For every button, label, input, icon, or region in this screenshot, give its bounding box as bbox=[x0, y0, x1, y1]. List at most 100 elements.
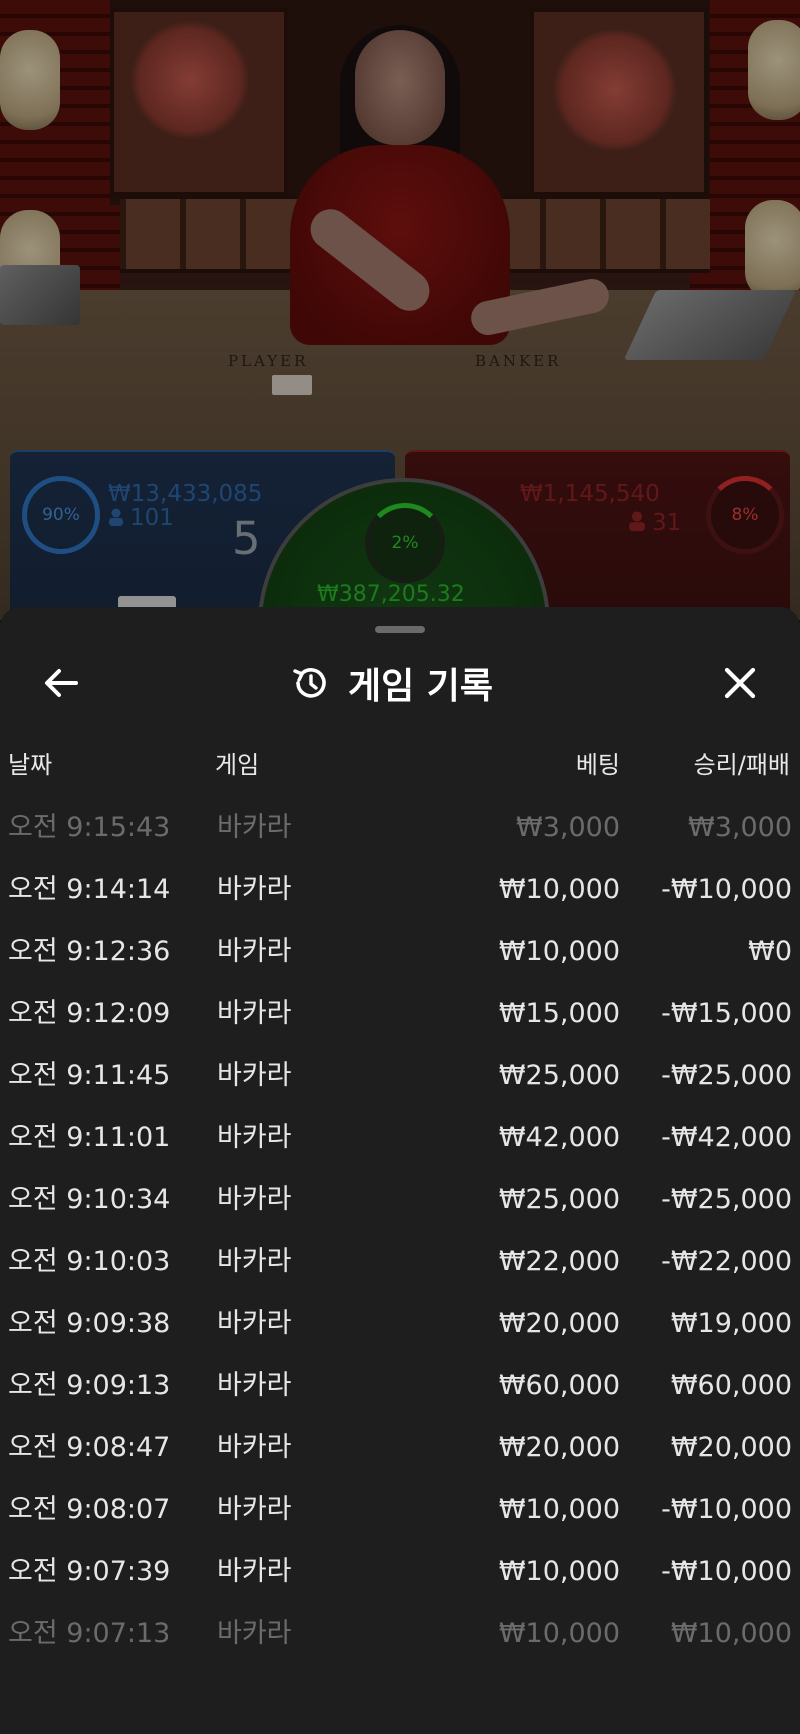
history-row-game: 바카라 bbox=[217, 1494, 292, 1525]
history-row[interactable]: 오전 9:10:03 바카라 ₩22,000 -₩22,000 bbox=[0, 1231, 800, 1293]
column-header-win-loss[interactable]: 승리/패배 bbox=[640, 745, 790, 785]
history-row[interactable]: 오전 9:10:34 바카라 ₩25,000 -₩25,000 bbox=[0, 1169, 800, 1231]
history-row-bet: ₩10,000 bbox=[498, 1556, 620, 1587]
history-row[interactable]: 오전 9:07:39 바카라 ₩10,000 -₩10,000 bbox=[0, 1541, 800, 1603]
history-row-bet: ₩10,000 bbox=[498, 936, 620, 967]
sheet-title: 게임 기록 bbox=[348, 666, 494, 707]
history-row[interactable]: 오전 9:08:47 바카라 ₩20,000 ₩20,000 bbox=[0, 1417, 800, 1479]
history-row-result: ₩10,000 bbox=[670, 1618, 792, 1649]
history-row-time: 오전 9:09:38 bbox=[8, 1308, 171, 1339]
table-label-banker: BANKER bbox=[475, 352, 562, 370]
player-score: 5 bbox=[232, 512, 261, 565]
arrow-left-icon bbox=[45, 669, 78, 697]
lantern bbox=[745, 200, 800, 300]
history-row[interactable]: 오전 9:09:38 바카라 ₩20,000 ₩19,000 bbox=[0, 1293, 800, 1355]
column-header-game[interactable]: 게임 bbox=[215, 745, 259, 785]
history-row-result: ₩19,000 bbox=[670, 1308, 792, 1339]
playing-card bbox=[272, 375, 312, 395]
history-row[interactable]: 오전 9:11:01 바카라 ₩42,000 -₩42,000 bbox=[0, 1107, 800, 1169]
history-row-result: ₩0 bbox=[748, 936, 792, 967]
column-header-bet[interactable]: 베팅 bbox=[520, 745, 620, 785]
history-row-time: 오전 9:08:47 bbox=[8, 1432, 171, 1463]
history-row-game: 바카라 bbox=[217, 1370, 292, 1401]
history-row[interactable]: 오전 9:12:09 바카라 ₩15,000 -₩15,000 bbox=[0, 983, 800, 1045]
sheet-header: 게임 기록 bbox=[0, 647, 800, 717]
history-row-time: 오전 9:15:43 bbox=[8, 812, 171, 843]
history-row-time: 오전 9:11:45 bbox=[8, 1060, 171, 1091]
lantern bbox=[748, 20, 800, 120]
history-row-time: 오전 9:10:03 bbox=[8, 1246, 171, 1277]
history-row-game: 바카라 bbox=[217, 1432, 292, 1463]
column-header-date[interactable]: 날짜 bbox=[8, 745, 52, 785]
history-row-time: 오전 9:10:34 bbox=[8, 1184, 171, 1215]
history-row-bet: ₩20,000 bbox=[498, 1308, 620, 1339]
banker-percent-ring: 8% bbox=[706, 476, 784, 554]
history-row-game: 바카라 bbox=[217, 1556, 292, 1587]
history-row[interactable]: 오전 9:15:43 바카라 ₩3,000 ₩3,000 bbox=[0, 797, 800, 859]
history-row-bet: ₩60,000 bbox=[498, 1370, 620, 1401]
history-row-time: 오전 9:11:01 bbox=[8, 1122, 171, 1153]
close-icon bbox=[724, 667, 756, 699]
banker-bettor-count: 31 bbox=[628, 510, 681, 536]
history-row-bet: ₩15,000 bbox=[498, 998, 620, 1029]
sheet-title-group: 게임 기록 bbox=[290, 655, 530, 711]
dealer-face bbox=[355, 30, 445, 145]
banker-percent: 8% bbox=[731, 505, 759, 525]
history-row[interactable]: 오전 9:08:07 바카라 ₩10,000 -₩10,000 bbox=[0, 1479, 800, 1541]
history-row-time: 오전 9:09:13 bbox=[8, 1370, 171, 1401]
game-history-sheet: 게임 기록 날짜 게임 베팅 승리/패배 오전 9:15:43 바카라 ₩3,000… bbox=[0, 607, 800, 1734]
history-row-game: 바카라 bbox=[217, 812, 292, 843]
history-row-result: -₩25,000 bbox=[661, 1060, 792, 1091]
history-row-time: 오전 9:12:36 bbox=[8, 936, 171, 967]
lantern bbox=[0, 30, 60, 130]
close-button[interactable] bbox=[715, 659, 765, 707]
history-row-result: ₩3,000 bbox=[688, 812, 792, 843]
history-row-bet: ₩25,000 bbox=[498, 1184, 620, 1215]
player-bettor-count: 101 bbox=[108, 505, 174, 531]
history-row-game: 바카라 bbox=[217, 1122, 292, 1153]
person-icon bbox=[109, 508, 123, 526]
history-row[interactable]: 오전 9:07:13 바카라 ₩10,000 ₩10,000 bbox=[0, 1603, 800, 1665]
history-row-game: 바카라 bbox=[217, 936, 292, 967]
history-row-bet: ₩42,000 bbox=[498, 1122, 620, 1153]
history-row-time: 오전 9:08:07 bbox=[8, 1494, 171, 1525]
table-label-player: PLAYER bbox=[228, 352, 309, 370]
history-row-game: 바카라 bbox=[217, 1060, 292, 1091]
history-row-time: 오전 9:07:13 bbox=[8, 1618, 171, 1649]
history-row-game: 바카라 bbox=[217, 1308, 292, 1339]
history-row-bet: ₩3,000 bbox=[516, 812, 620, 843]
tie-percent-ring: 2% bbox=[365, 503, 445, 583]
person-icon bbox=[629, 511, 645, 532]
history-row-game: 바카라 bbox=[217, 998, 292, 1029]
history-row-result: -₩25,000 bbox=[661, 1184, 792, 1215]
history-row-game: 바카라 bbox=[217, 874, 292, 905]
history-row-bet: ₩10,000 bbox=[498, 874, 620, 905]
history-row[interactable]: 오전 9:12:36 바카라 ₩10,000 ₩0 bbox=[0, 921, 800, 983]
live-video: PLAYER BANKER 90% ₩13,433,085 101 5 8% ₩… bbox=[0, 0, 800, 620]
history-row-bet: ₩25,000 bbox=[498, 1060, 620, 1091]
player-percent: 90% bbox=[42, 505, 80, 525]
back-button[interactable] bbox=[36, 659, 86, 707]
history-row-result: -₩10,000 bbox=[661, 1556, 792, 1587]
history-row-game: 바카라 bbox=[217, 1246, 292, 1277]
history-row-bet: ₩20,000 bbox=[498, 1432, 620, 1463]
drag-handle[interactable] bbox=[375, 626, 425, 633]
history-row-result: -₩15,000 bbox=[661, 998, 792, 1029]
tie-total-amount: ₩387,205.32 bbox=[317, 582, 465, 607]
history-row-time: 오전 9:07:39 bbox=[8, 1556, 171, 1587]
player-percent-ring: 90% bbox=[22, 476, 100, 554]
history-row-result: ₩60,000 bbox=[670, 1370, 792, 1401]
discard-tray bbox=[0, 265, 80, 325]
history-row-result: -₩10,000 bbox=[661, 1494, 792, 1525]
history-row-bet: ₩10,000 bbox=[498, 1494, 620, 1525]
history-row[interactable]: 오전 9:11:45 바카라 ₩25,000 -₩25,000 bbox=[0, 1045, 800, 1107]
history-row-result: ₩20,000 bbox=[670, 1432, 792, 1463]
tie-percent: 2% bbox=[391, 533, 419, 553]
history-clock-icon bbox=[290, 661, 334, 705]
history-row[interactable]: 오전 9:09:13 바카라 ₩60,000 ₩60,000 bbox=[0, 1355, 800, 1417]
history-row-game: 바카라 bbox=[217, 1618, 292, 1649]
history-row[interactable]: 오전 9:14:14 바카라 ₩10,000 -₩10,000 bbox=[0, 859, 800, 921]
history-row-time: 오전 9:12:09 bbox=[8, 998, 171, 1029]
history-row-time: 오전 9:14:14 bbox=[8, 874, 171, 905]
history-row-result: -₩10,000 bbox=[661, 874, 792, 905]
